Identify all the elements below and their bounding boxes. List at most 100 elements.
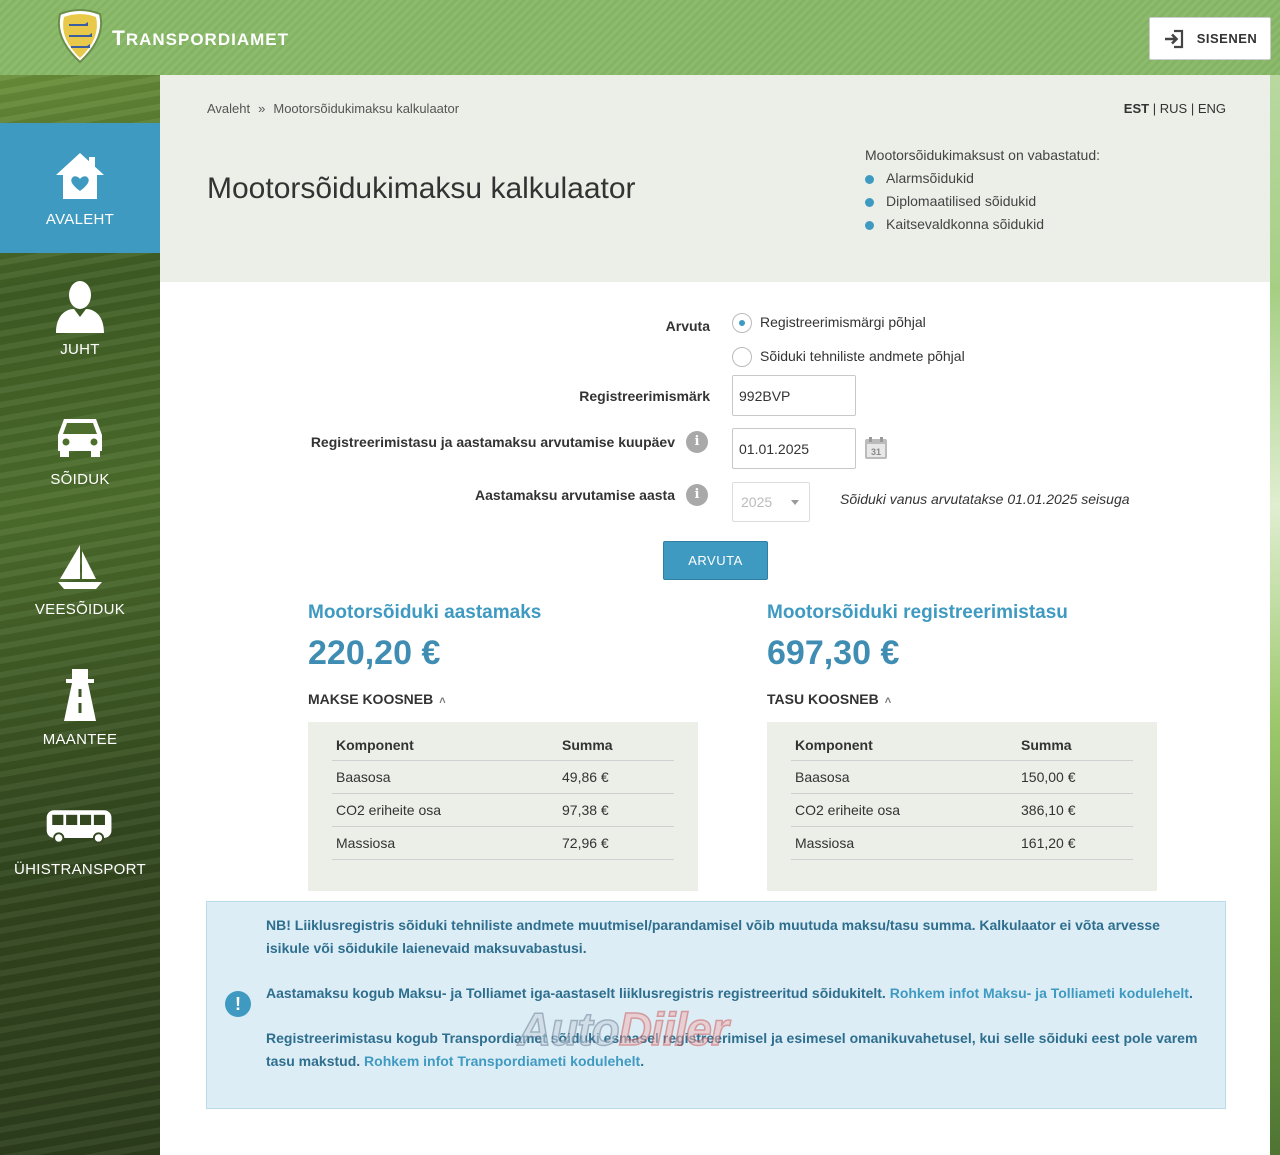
sidebar-item-vehicle[interactable]: SÕIDUK xyxy=(0,383,160,513)
exemption-item: Kaitsevaldkonna sõidukid xyxy=(865,213,1100,236)
table-cell: 161,20 € xyxy=(1017,826,1133,860)
brand-name[interactable]: TRANSPORDIAMET xyxy=(112,27,289,51)
notice-paragraph: NB! Liiklusregistris sõiduki tehniliste … xyxy=(266,917,1160,956)
table-cell: Massiosa xyxy=(791,826,1017,860)
tax-board-link[interactable]: Rohkem infot Maksu- ja Tolliameti kodule… xyxy=(890,985,1189,1001)
lang-rus[interactable]: RUS xyxy=(1160,101,1187,116)
breadcrumb-current: Mootorsõidukimaksu kalkulaator xyxy=(273,101,460,116)
table-cell: 150,00 € xyxy=(1017,760,1133,794)
exemption-item: Diplomaatilised sõidukid xyxy=(865,190,1100,213)
column-header: Summa xyxy=(558,732,674,761)
table-cell: 72,96 € xyxy=(558,826,674,860)
chevron-up-icon: ˄ xyxy=(884,695,892,707)
radio-by-tech-data[interactable] xyxy=(732,347,752,367)
column-header: Summa xyxy=(1017,732,1133,761)
breadcrumb-home[interactable]: Avaleht xyxy=(207,101,250,116)
table-row: Baasosa 49,86 € xyxy=(332,760,674,794)
info-icon[interactable]: i xyxy=(686,431,708,453)
table-cell: 386,10 € xyxy=(1017,793,1133,827)
alert-icon: ! xyxy=(225,991,251,1017)
lang-est[interactable]: EST xyxy=(1124,101,1149,116)
road-icon xyxy=(64,669,96,721)
table-cell: 97,38 € xyxy=(558,793,674,827)
registration-fee-table: Komponent Summa Baasosa 150,00 € CO2 eri… xyxy=(791,732,1133,860)
table-cell: 49,86 € xyxy=(558,760,674,794)
sidebar-item-label: AVALEHT xyxy=(45,211,115,228)
sidebar-item-home[interactable]: AVALEHT xyxy=(0,123,160,253)
sidebar-item-road[interactable]: MAANTEE xyxy=(0,643,160,773)
breadcrumb: Avaleht » Mootorsõidukimaksu kalkulaator xyxy=(207,101,459,116)
calculate-button[interactable]: ARVUTA xyxy=(663,541,768,580)
table-row: Massiosa 161,20 € xyxy=(791,826,1133,860)
date-input[interactable] xyxy=(732,428,856,469)
sidebar-item-public-transport[interactable]: ÜHISTRANSPORT xyxy=(0,773,160,903)
sidebar-item-label: VEESÕIDUK xyxy=(34,601,126,618)
table-row: CO2 eriheite osa 97,38 € xyxy=(332,793,674,827)
table-cell: Baasosa xyxy=(791,760,1017,794)
car-icon xyxy=(58,419,102,457)
home-icon xyxy=(56,153,104,199)
column-header: Komponent xyxy=(332,732,558,761)
year-select-value: 2025 xyxy=(741,494,773,510)
calendar-day: 31 xyxy=(871,447,881,457)
table-header-row: Komponent Summa xyxy=(332,732,674,761)
year-select[interactable]: 2025 xyxy=(732,482,810,522)
annual-tax-table: Komponent Summa Baasosa 49,86 € CO2 erih… xyxy=(332,732,674,860)
chevron-up-icon: ˄ xyxy=(439,695,446,707)
coat-of-arms-logo[interactable] xyxy=(52,8,108,66)
year-label: Aastamaksu arvutamise aasta xyxy=(474,487,675,503)
registration-fee-toggle-label: TASU KOOSNEB xyxy=(767,691,879,707)
age-note: Sõiduki vanus arvutatakse 01.01.2025 sei… xyxy=(840,491,1130,507)
column-header: Komponent xyxy=(791,732,1017,761)
page-title: Mootorsõidukimaksu kalkulaator xyxy=(207,172,636,205)
sidebar-item-driver[interactable]: JUHT xyxy=(0,253,160,383)
breadcrumb-separator: » xyxy=(258,101,266,116)
table-cell: CO2 eriheite osa xyxy=(332,793,558,827)
exemptions-heading: Mootorsõidukimaksust on vabastatud: xyxy=(865,147,1101,163)
table-row: Baasosa 150,00 € xyxy=(791,760,1133,794)
exemption-item: Alarmsõidukid xyxy=(865,167,1100,190)
page-header: Avaleht » Mootorsõidukimaksu kalkulaator E… xyxy=(160,75,1270,282)
sidebar-item-label: JUHT xyxy=(60,341,100,358)
exemptions-box: Mootorsõidukimaksust on vabastatud: Alar… xyxy=(865,147,1100,236)
table-cell: Massiosa xyxy=(332,826,558,860)
annual-tax-title: Mootorsõiduki aastamaks xyxy=(308,602,542,623)
annual-tax-toggle-label: MAKSE KOOSNEB xyxy=(308,691,434,707)
radio-by-tech-data-label[interactable]: Sõiduki tehniliste andmete põhjal xyxy=(760,348,965,364)
sidebar-item-label: MAANTEE xyxy=(42,731,118,748)
chevron-down-icon xyxy=(791,500,799,505)
notice-paragraph: Registreerimistasu kogub Transpordiamet … xyxy=(266,1030,1198,1069)
table-row: CO2 eriheite osa 386,10 € xyxy=(791,793,1133,827)
table-row: Massiosa 72,96 € xyxy=(332,826,674,860)
info-icon[interactable]: i xyxy=(686,484,708,506)
sailboat-icon xyxy=(58,545,102,589)
bus-icon xyxy=(46,810,112,844)
watermark-logo: AutoDiiler xyxy=(517,1002,729,1056)
calc-mode-label: Arvuta xyxy=(665,318,710,334)
lang-eng[interactable]: ENG xyxy=(1198,101,1226,116)
table-cell: Baasosa xyxy=(332,760,558,794)
date-label: Registreerimistasu ja aastamaksu arvutam… xyxy=(310,434,675,450)
annual-tax-breakdown-toggle[interactable]: MAKSE KOOSNEB ˄ xyxy=(308,691,446,707)
plate-input[interactable] xyxy=(732,375,856,416)
registration-fee-breakdown-toggle[interactable]: TASU KOOSNEB ˄ xyxy=(767,691,891,707)
calendar-icon[interactable]: 31 xyxy=(864,436,888,460)
registration-fee-title: Mootorsõiduki registreerimistasu xyxy=(767,602,1068,623)
sidebar-item-watercraft[interactable]: VEESÕIDUK xyxy=(0,513,160,643)
lang-divider: | xyxy=(1190,101,1195,116)
login-icon xyxy=(1164,29,1183,48)
table-header-row: Komponent Summa xyxy=(791,732,1133,761)
radio-by-plate[interactable] xyxy=(732,313,752,333)
registration-fee-table-panel: Komponent Summa Baasosa 150,00 € CO2 eri… xyxy=(767,722,1157,891)
notice-text: NB! Liiklusregistris sõiduki tehniliste … xyxy=(266,914,1206,1095)
login-button[interactable]: SISENEN xyxy=(1149,17,1271,60)
language-switcher: EST | RUS | ENG xyxy=(1124,101,1226,116)
radio-by-plate-label[interactable]: Registreerimismärgi põhjal xyxy=(760,314,926,330)
table-cell: CO2 eriheite osa xyxy=(791,793,1017,827)
top-header: TRANSPORDIAMET SISENEN xyxy=(0,0,1280,75)
sidebar-item-label: SÕIDUK xyxy=(50,471,110,488)
lang-divider: | xyxy=(1152,101,1157,116)
registration-fee-amount: 697,30 € xyxy=(767,634,900,672)
login-label: SISENEN xyxy=(1196,31,1258,46)
sidebar-item-label: ÜHISTRANSPORT xyxy=(14,861,146,878)
